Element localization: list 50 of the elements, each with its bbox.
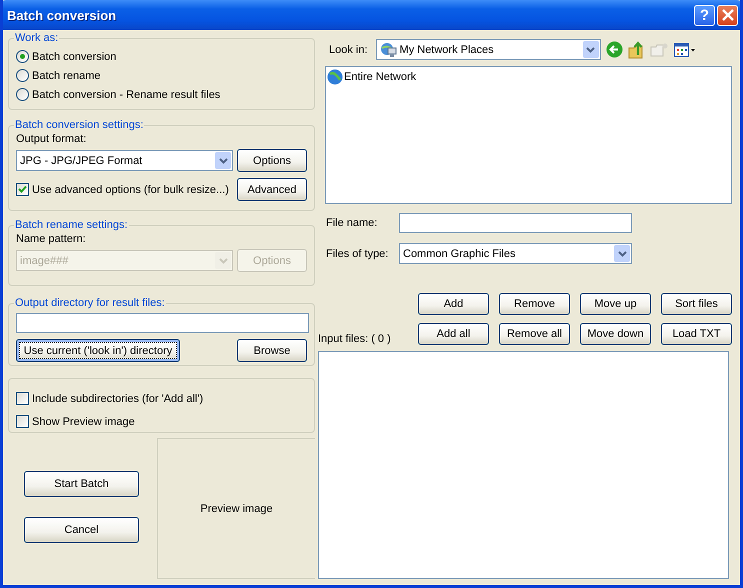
radio-button[interactable] — [16, 50, 29, 63]
file-action-button[interactable]: Remove — [499, 293, 570, 315]
group-title: Work as: — [14, 32, 60, 44]
close-icon — [722, 9, 734, 21]
look-in-dropdown[interactable]: My Network Places — [376, 39, 601, 60]
window-title: Batch conversion — [7, 8, 116, 22]
field-label: Name pattern: — [16, 233, 87, 247]
output-directory-field[interactable] — [16, 313, 309, 333]
radio-button[interactable] — [16, 69, 29, 82]
checkbox[interactable] — [16, 183, 29, 196]
file-action-button[interactable]: Add all — [418, 323, 489, 345]
input-files-label: Input files: ( 0 ) — [318, 333, 391, 345]
checkbox-label: Show Preview image — [32, 416, 135, 428]
files-of-type-dropdown[interactable]: Common Graphic Files — [399, 243, 632, 264]
radio-label: Batch conversion - Rename result files — [32, 88, 220, 100]
options-button[interactable]: Options — [237, 149, 307, 172]
checkbox-label: Use advanced options (for bulk resize...) — [32, 184, 229, 196]
advanced-button[interactable]: Advanced — [237, 178, 307, 201]
use-current-directory-button[interactable]: Use current ('look in') directory — [16, 339, 180, 362]
preview-placeholder-text: Preview image — [200, 502, 273, 514]
field-label: Output format: — [16, 133, 88, 147]
field-label: Files of type: — [326, 248, 390, 260]
file-action-button[interactable]: Remove all — [499, 323, 570, 345]
look-in-label: Look in: — [329, 44, 368, 56]
browse-button[interactable]: Browse — [237, 339, 307, 362]
radio-button[interactable] — [16, 88, 29, 101]
file-action-button[interactable]: Sort files — [661, 293, 732, 315]
radio-label: Batch conversion — [32, 50, 116, 62]
checkbox[interactable] — [16, 392, 29, 405]
start-batch-button[interactable]: Start Batch — [24, 471, 139, 497]
group-title: Batch conversion settings: — [14, 119, 144, 131]
group-title: Output directory for result files: — [14, 297, 166, 309]
cancel-button[interactable]: Cancel — [24, 517, 139, 543]
checkbox-label: Include subdirectories (for 'Add all') — [32, 392, 204, 404]
file-action-button[interactable]: Add — [418, 293, 489, 315]
file-action-button[interactable]: Move down — [580, 323, 651, 345]
globe-icon — [327, 69, 343, 85]
network-computer-icon — [380, 42, 397, 58]
file-action-button[interactable]: Move up — [580, 293, 651, 315]
up-folder-icon[interactable] — [628, 40, 645, 58]
field-label: File name: — [326, 217, 378, 229]
file-list-item[interactable]: Entire Network — [327, 69, 416, 85]
view-menu-icon[interactable] — [674, 42, 696, 56]
file-action-button[interactable]: Load TXT — [661, 323, 732, 345]
close-button[interactable] — [717, 4, 738, 26]
group-title: Batch rename settings: — [14, 219, 129, 231]
file-name-field[interactable] — [399, 213, 632, 233]
radio-label: Batch rename — [32, 70, 100, 82]
output-format-dropdown[interactable]: JPG - JPG/JPEG Format — [16, 150, 233, 171]
checkbox[interactable] — [16, 415, 29, 428]
